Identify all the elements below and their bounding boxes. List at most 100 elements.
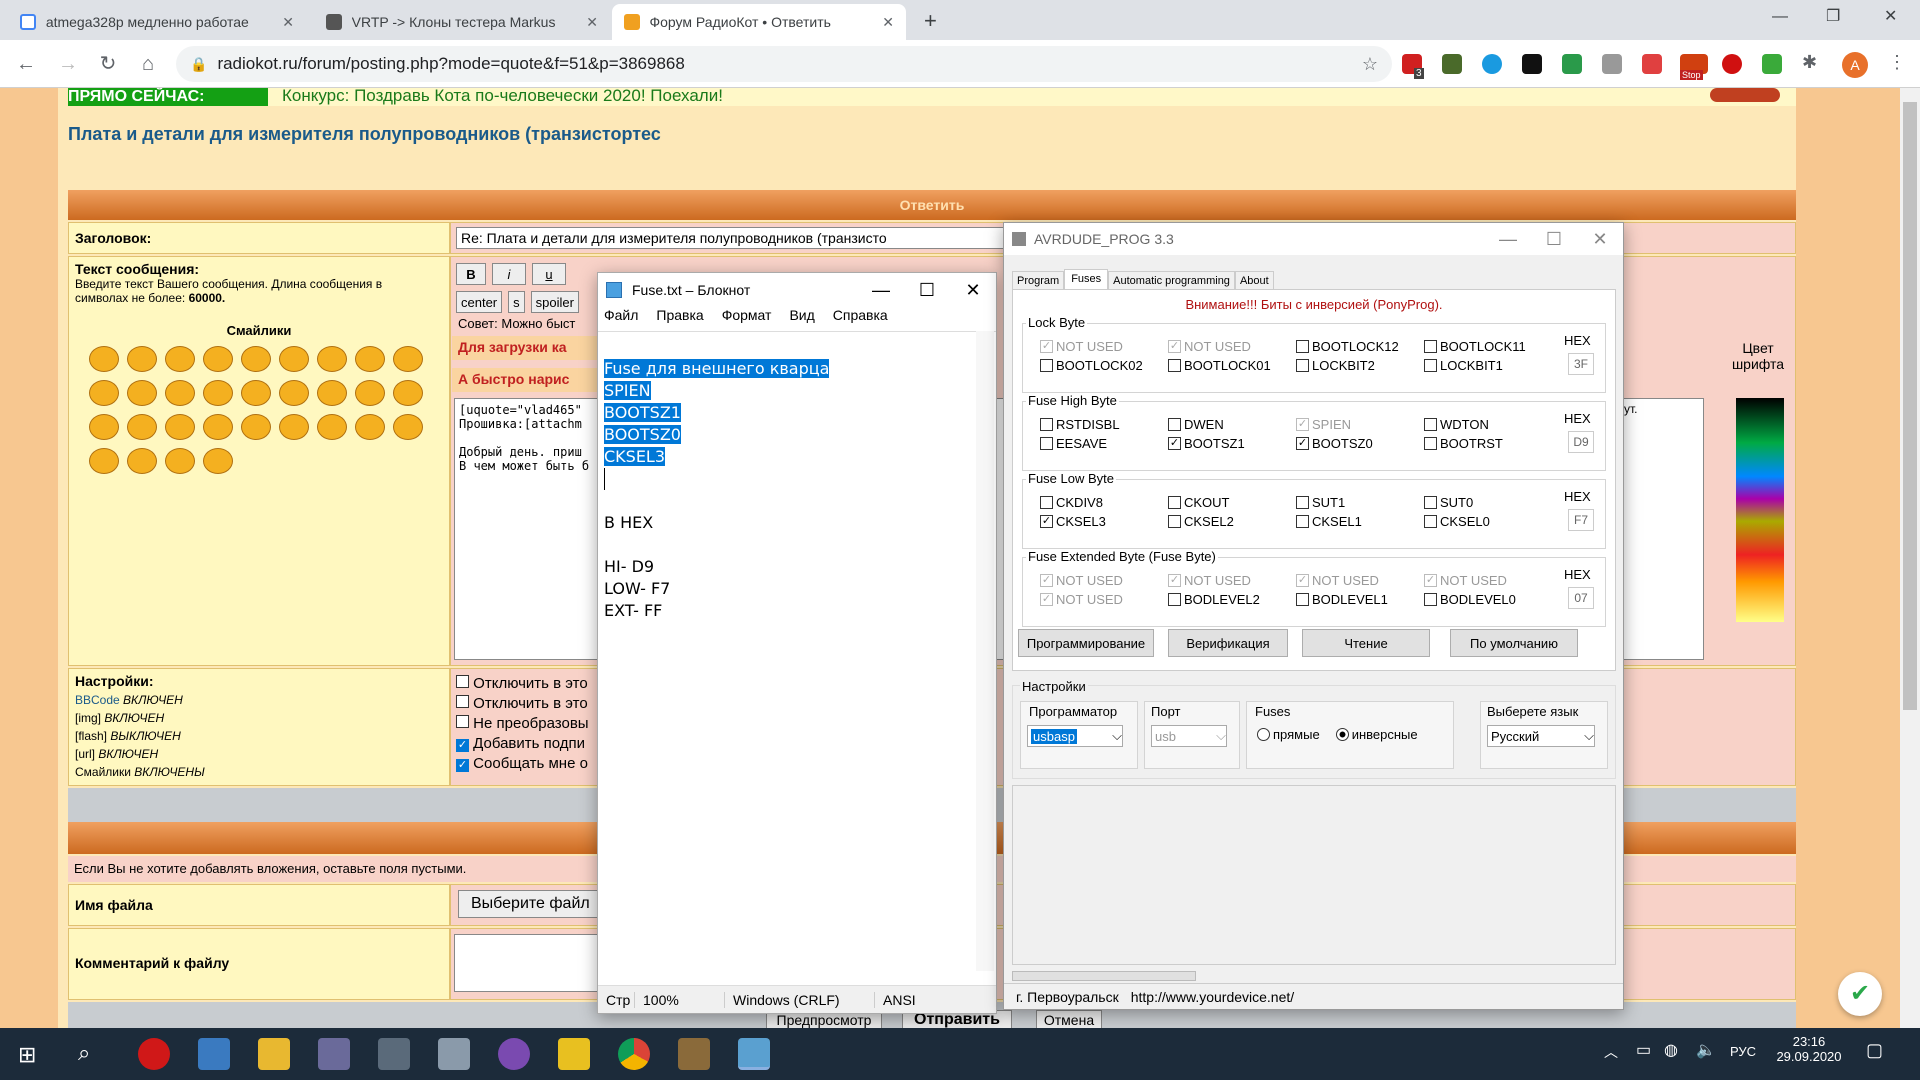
language-indicator[interactable]: РУС: [1730, 1044, 1756, 1059]
smiley-icon[interactable]: [127, 414, 157, 440]
read-button[interactable]: Чтение: [1302, 629, 1430, 657]
subject-input[interactable]: Re: Плата и детали для измерителя полупр…: [456, 227, 1006, 249]
privacy-icon[interactable]: [1602, 54, 1622, 74]
smiley-icon[interactable]: [241, 380, 271, 406]
maximize-icon[interactable]: ❐: [1826, 6, 1840, 26]
close-icon[interactable]: ✕: [1577, 229, 1623, 250]
minimize-icon[interactable]: —: [1772, 8, 1788, 26]
close-icon[interactable]: ✕: [282, 14, 294, 31]
menu-help[interactable]: Справка: [833, 307, 888, 329]
checkbox-checked-icon[interactable]: ✓: [1168, 437, 1181, 450]
language-select[interactable]: Русский ⌵: [1487, 725, 1595, 747]
smiley-icon[interactable]: [203, 380, 233, 406]
maximize-icon[interactable]: ☐: [1531, 229, 1577, 250]
smiley-icon[interactable]: [89, 448, 119, 474]
program-button[interactable]: Программирование: [1018, 629, 1154, 657]
checkbox-icon[interactable]: [1168, 359, 1181, 372]
menu-kebab-icon[interactable]: ⋮: [1888, 52, 1906, 73]
setting-name[interactable]: BBCode: [75, 693, 120, 707]
network-icon[interactable]: ◍: [1664, 1040, 1678, 1060]
option-checkbox-checked[interactable]: ✓: [456, 739, 469, 752]
smiley-icon[interactable]: [393, 346, 423, 372]
tab-vrtp[interactable]: VRTP -> Клоны тестера Markus ✕: [314, 4, 610, 40]
hex-value-field[interactable]: 3F: [1568, 353, 1594, 375]
ext-square-icon[interactable]: [1522, 54, 1542, 74]
notepad-title-bar[interactable]: Fuse.txt – Блокнот — ☐ ✕: [598, 273, 996, 307]
search-icon[interactable]: ⌕: [78, 1040, 90, 1066]
fuse-bit-checkbox[interactable]: CKSEL2: [1168, 514, 1234, 529]
option-row[interactable]: Отключить в это: [456, 674, 589, 694]
chrome-icon[interactable]: [618, 1038, 650, 1070]
battery-icon[interactable]: ▭: [1636, 1040, 1651, 1060]
option-row[interactable]: ✓ Добавить подпи: [456, 734, 589, 754]
menu-edit[interactable]: Правка: [656, 307, 703, 329]
checkbox-icon[interactable]: [1296, 340, 1309, 353]
choose-file-button[interactable]: Выберите файл: [458, 890, 608, 918]
fuse-bit-checkbox[interactable]: BODLEVEL0: [1424, 592, 1516, 607]
opera-ext-icon[interactable]: [1722, 54, 1742, 74]
vpn-icon[interactable]: [1642, 54, 1662, 74]
option-checkbox[interactable]: [456, 715, 469, 728]
minimize-icon[interactable]: —: [858, 280, 904, 301]
notepad-scrollbar[interactable]: [976, 331, 994, 971]
download-icon[interactable]: [1762, 54, 1782, 74]
checkbox-icon[interactable]: [1040, 496, 1053, 509]
home-icon[interactable]: ⌂: [136, 52, 160, 76]
smiley-icon[interactable]: [127, 380, 157, 406]
smiley-icon[interactable]: [203, 414, 233, 440]
fuse-bit-checkbox[interactable]: ✓ BOOTSZ1: [1168, 436, 1245, 451]
checkbox-icon[interactable]: [1040, 359, 1053, 372]
smiley-icon[interactable]: [127, 448, 157, 474]
calculator-icon[interactable]: [378, 1038, 410, 1070]
fuse-bit-checkbox[interactable]: BOOTRST: [1424, 436, 1503, 451]
avatar[interactable]: A: [1842, 52, 1868, 78]
fuse-bit-checkbox[interactable]: CKDIV8: [1040, 495, 1103, 510]
windows-start-icon[interactable]: ⊞: [18, 1042, 36, 1068]
smiley-icon[interactable]: [355, 346, 385, 372]
checkbox-icon[interactable]: [1168, 593, 1181, 606]
address-bar[interactable]: 🔒 radiokot.ru/forum/posting.php?mode=quo…: [176, 46, 1392, 82]
topic-title[interactable]: Плата и детали для измерителя полупровод…: [68, 124, 661, 145]
fuse-bit-checkbox[interactable]: WDTON: [1424, 417, 1489, 432]
smiley-icon[interactable]: [127, 346, 157, 372]
puzzle-icon[interactable]: ✱: [1802, 52, 1817, 73]
fuse-bit-checkbox[interactable]: BOOTLOCK12: [1296, 339, 1399, 354]
page-scrollbar[interactable]: [1900, 88, 1920, 1028]
fuse-bit-checkbox[interactable]: BOOTLOCK02: [1040, 358, 1143, 373]
explorer-icon[interactable]: [258, 1038, 290, 1070]
checkbox-icon[interactable]: [1424, 593, 1437, 606]
fuse-bit-checkbox[interactable]: BOOTLOCK01: [1168, 358, 1271, 373]
viber-icon[interactable]: [498, 1038, 530, 1070]
smiley-icon[interactable]: [317, 346, 347, 372]
checkbox-icon[interactable]: [1296, 515, 1309, 528]
option-checkbox-checked[interactable]: ✓: [456, 759, 469, 772]
radio-selected-icon[interactable]: [1335, 728, 1349, 741]
scroll-thumb[interactable]: [1903, 102, 1917, 710]
app-icon[interactable]: [318, 1038, 350, 1070]
checkbox-icon[interactable]: [1296, 593, 1309, 606]
radio-inverse[interactable]: инверсные: [1335, 727, 1418, 742]
tab-fuses[interactable]: Fuses: [1064, 269, 1109, 290]
programmer-select[interactable]: usbasp ⌵: [1027, 725, 1123, 747]
checkbox-icon[interactable]: [1296, 359, 1309, 372]
checkbox-icon[interactable]: [1040, 437, 1053, 450]
radio-icon[interactable]: [1257, 728, 1270, 741]
fuse-bit-checkbox[interactable]: LOCKBIT1: [1424, 358, 1503, 373]
fuse-bit-checkbox[interactable]: ✓ CKSEL3: [1040, 514, 1106, 529]
fuse-bit-checkbox[interactable]: SUT1: [1296, 495, 1345, 510]
option-row[interactable]: Отключить в это: [456, 694, 589, 714]
smiley-icon[interactable]: [89, 346, 119, 372]
checkbox-icon[interactable]: [1424, 496, 1437, 509]
forward-icon[interactable]: →: [56, 52, 80, 76]
bookmark-star-icon[interactable]: ☆: [1362, 54, 1378, 75]
smiley-icon[interactable]: [393, 414, 423, 440]
center-button[interactable]: center: [456, 291, 503, 313]
hex-value-field[interactable]: D9: [1568, 431, 1594, 453]
checkbox-icon[interactable]: [1168, 496, 1181, 509]
checkbox-icon[interactable]: [1424, 418, 1437, 431]
smiley-icon[interactable]: [203, 346, 233, 372]
option-checkbox[interactable]: [456, 675, 469, 688]
cancel-button[interactable]: Отмена: [1036, 1010, 1102, 1030]
fuse-bit-checkbox[interactable]: BODLEVEL2: [1168, 592, 1260, 607]
tab-program[interactable]: Program: [1012, 271, 1065, 290]
